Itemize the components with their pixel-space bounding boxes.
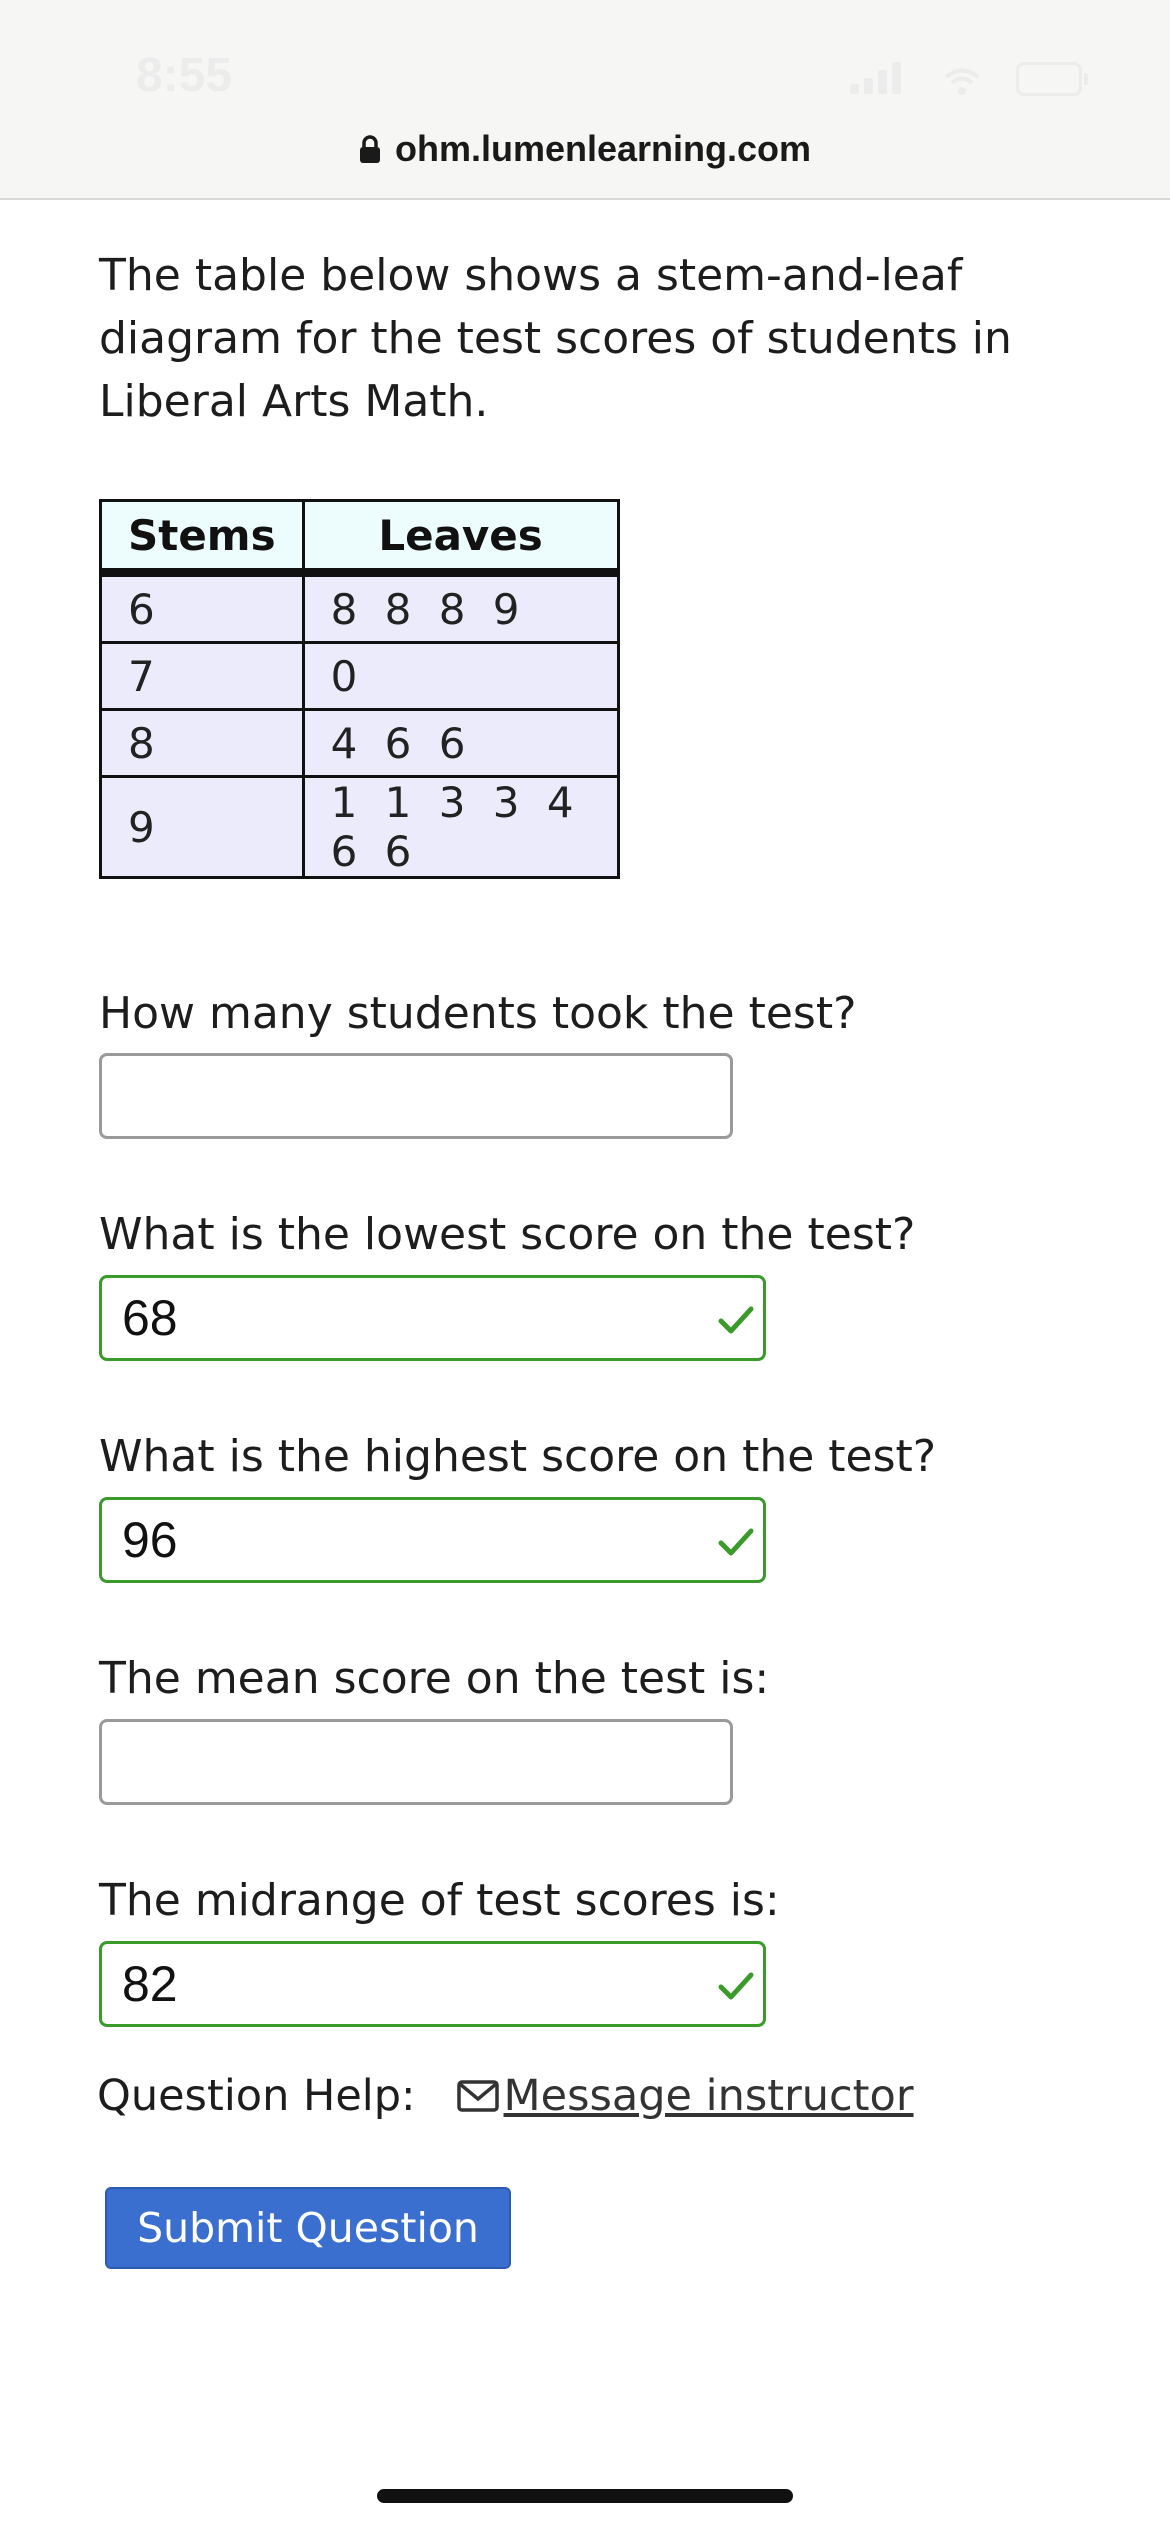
stem-cell: 7: [99, 641, 305, 711]
lowest-score-input[interactable]: [102, 1278, 651, 1358]
url-text: ohm.lumenlearning.com: [394, 128, 812, 169]
highest-score-input[interactable]: [102, 1500, 651, 1580]
status-time: 8:55: [136, 49, 233, 102]
student-count-input[interactable]: [102, 1056, 625, 1136]
table-header-row: Stems Leaves: [99, 499, 620, 577]
question-lowest-score: What is the lowest score on the test?: [99, 1209, 916, 1260]
leaves-cell: 1 1 3 3 4 6 6: [301, 775, 620, 879]
table-row: 9 1 1 3 3 4 6 6: [99, 775, 620, 879]
column-header-leaves: Leaves: [301, 499, 620, 577]
stem-leaf-table: Stems Leaves 6 8 8 8 9 7 0 8 4 6 6 9 1 1…: [99, 499, 620, 879]
table-row: 6 8 8 8 9: [99, 571, 620, 644]
question-midrange: The midrange of test scores is:: [99, 1875, 780, 1926]
table-row: 7 0: [99, 641, 620, 711]
status-icons: [850, 58, 1090, 98]
stem-cell: 8: [99, 708, 305, 778]
check-icon: [718, 1972, 754, 2000]
mean-score-input[interactable]: [102, 1722, 625, 1802]
browser-top-bar: 8:55 ohm.lumenlearning.com: [0, 0, 1170, 200]
submit-question-button[interactable]: Submit Question: [105, 2187, 511, 2269]
answer-box-highest-score: [99, 1497, 766, 1583]
question-help: Question Help: Message instructor: [97, 2071, 914, 2121]
answer-box-midrange: [99, 1941, 766, 2027]
table-row: 8 4 6 6: [99, 708, 620, 778]
question-mean-score: The mean score on the test is:: [99, 1653, 770, 1704]
url-bar[interactable]: ohm.lumenlearning.com: [0, 124, 1170, 174]
midrange-input[interactable]: [102, 1944, 651, 2024]
answer-box-mean-score: [99, 1719, 733, 1805]
stem-cell: 9: [99, 775, 305, 879]
check-icon: [718, 1306, 754, 1334]
wifi-icon: [944, 68, 980, 95]
message-instructor-link[interactable]: Message instructor: [504, 2071, 914, 2121]
home-indicator: [377, 2489, 793, 2503]
intro-text: The table below shows a stem-and-leaf di…: [99, 250, 1012, 427]
check-icon: [718, 1528, 754, 1556]
question-highest-score: What is the highest score on the test?: [99, 1431, 937, 1482]
question-help-label: Question Help:: [97, 2071, 416, 2121]
leaves-cell: 0: [301, 641, 620, 711]
leaves-cell: 4 6 6: [301, 708, 620, 778]
stem-cell: 6: [99, 571, 305, 644]
mail-icon[interactable]: [456, 2078, 500, 2114]
answer-box-student-count: [99, 1053, 733, 1139]
battery-icon: [1016, 62, 1088, 96]
question-student-count: How many students took the test?: [99, 988, 857, 1039]
answer-box-lowest-score: [99, 1275, 766, 1361]
column-header-stems: Stems: [99, 499, 305, 577]
lock-icon: [359, 135, 380, 163]
leaves-cell: 8 8 8 9: [301, 571, 620, 644]
